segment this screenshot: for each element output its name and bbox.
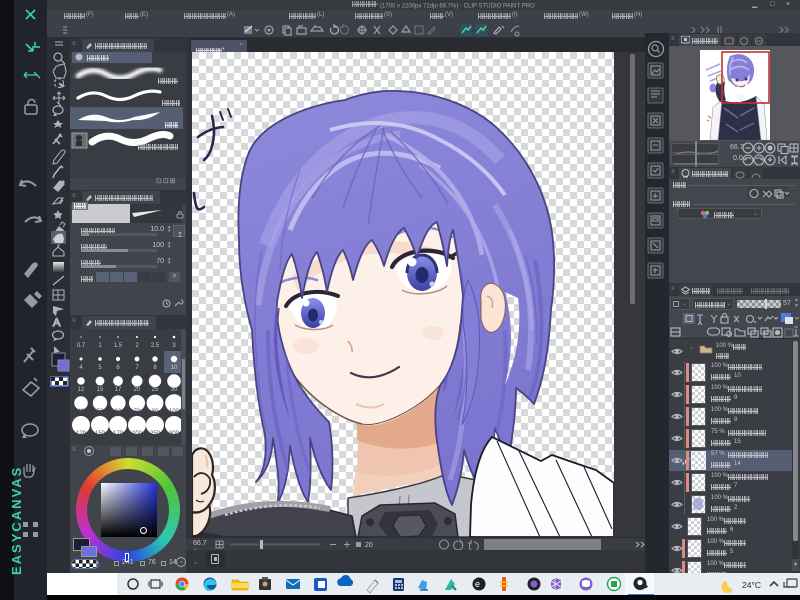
- svg-text:5: 5: [98, 365, 102, 371]
- svg-text:2.5: 2.5: [151, 343, 160, 349]
- svg-text:70: 70: [134, 409, 141, 415]
- svg-text:40: 40: [78, 409, 85, 415]
- svg-text:8: 8: [153, 365, 157, 371]
- svg-text:7: 7: [135, 365, 139, 371]
- svg-text:20: 20: [134, 387, 141, 393]
- svg-text:e: e: [475, 579, 480, 589]
- svg-text:6: 6: [116, 365, 120, 371]
- svg-text:12: 12: [78, 387, 85, 393]
- svg-text:200: 200: [132, 431, 143, 437]
- svg-text:10: 10: [171, 365, 178, 371]
- svg-text:20: 20: [365, 542, 373, 549]
- svg-text:4: 4: [79, 365, 83, 371]
- svg-text:250: 250: [150, 431, 161, 437]
- svg-text:60: 60: [115, 409, 122, 415]
- svg-text:120: 120: [76, 431, 87, 437]
- svg-text:300: 300: [169, 431, 180, 437]
- svg-text:1: 1: [98, 343, 102, 349]
- svg-text:50: 50: [97, 409, 104, 415]
- svg-text:24°C: 24°C: [742, 580, 761, 590]
- svg-text:100: 100: [169, 409, 180, 415]
- svg-text:0.7: 0.7: [77, 343, 86, 349]
- svg-text:1.5: 1.5: [114, 343, 123, 349]
- svg-text:A: A: [53, 317, 61, 329]
- svg-text:150: 150: [95, 431, 106, 437]
- svg-text:17: 17: [115, 387, 122, 393]
- svg-text:170: 170: [113, 431, 124, 437]
- svg-text:2: 2: [135, 343, 139, 349]
- svg-text:30: 30: [171, 387, 178, 393]
- svg-text:25: 25: [152, 387, 159, 393]
- svg-text:15: 15: [97, 387, 104, 393]
- svg-text:3: 3: [172, 343, 176, 349]
- svg-text:80: 80: [152, 409, 159, 415]
